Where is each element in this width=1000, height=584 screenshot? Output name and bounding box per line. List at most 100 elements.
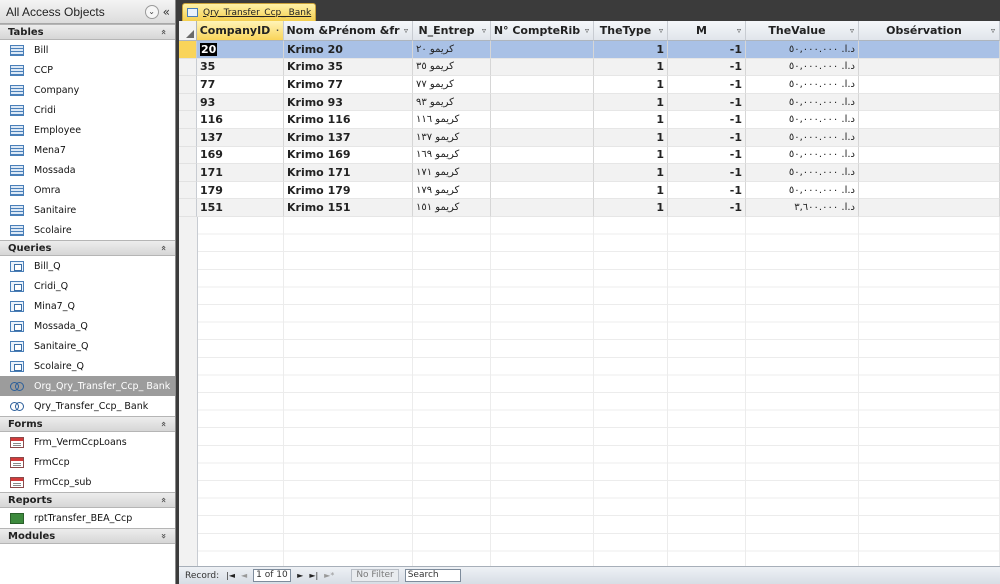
first-record-icon[interactable]: |◄: [226, 571, 235, 580]
cell-thetype[interactable]: 1: [594, 181, 668, 200]
cell-n-entrep[interactable]: كريمو ٢٠: [413, 41, 491, 59]
search-input[interactable]: Search: [404, 569, 461, 582]
table-row[interactable]: 20 Krimo 20 كريمو ٢٠ 1 -1 د.ا. ٥٠,٠٠٠.٠٠٠: [179, 41, 1000, 59]
previous-record-icon[interactable]: ◄: [241, 571, 247, 580]
record-selector[interactable]: [179, 164, 197, 182]
nav-item-sanitaire-q[interactable]: Sanitaire_Q: [0, 336, 175, 356]
nav-pane-header[interactable]: All Access Objects ⌄ «: [0, 0, 175, 24]
cell-obs-rvation[interactable]: [859, 146, 1000, 165]
cell-thetype[interactable]: 1: [594, 199, 668, 217]
cell-thevalue[interactable]: د.ا. ٥٠,٠٠٠.٠٠٠: [746, 181, 859, 200]
nav-item-mossada-q[interactable]: Mossada_Q: [0, 316, 175, 336]
cell-nom-pr-nom-fr[interactable]: Krimo 169: [284, 146, 413, 165]
datasheet-grid[interactable]: CompanyID · Nom &Prénom &fr ▿ N_Entrep ▿ N° Co…: [179, 21, 1000, 566]
cell-nom-pr-nom-fr[interactable]: Krimo 77: [284, 76, 413, 94]
cell-n-entrep[interactable]: كريمو ١١٦: [413, 111, 491, 129]
cell-m[interactable]: -1: [668, 41, 746, 59]
cell-n-entrep[interactable]: كريمو ١٥١: [413, 199, 491, 217]
next-record-icon[interactable]: ►: [297, 571, 303, 580]
cell-m[interactable]: -1: [668, 164, 746, 182]
cell-n-entrep[interactable]: كريمو ١٧١: [413, 164, 491, 182]
nav-item-org-qry-transfer-ccp-bank[interactable]: Org_Qry_Transfer_Ccp_ Bank: [0, 376, 175, 396]
cell-n-compterib[interactable]: [491, 199, 594, 217]
cell-nom-pr-nom-fr[interactable]: Krimo 35: [284, 58, 413, 77]
current-record-field[interactable]: 1 of 10: [253, 569, 292, 582]
column-header-2[interactable]: N_Entrep ▿: [413, 21, 491, 41]
cell-companyid[interactable]: 137: [197, 128, 284, 147]
table-row[interactable]: 151 Krimo 151 كريمو ١٥١ 1 -1 د.ا. ٣,٦٠٠.٠٠٠: [179, 199, 1000, 217]
nav-item-frmccp-sub[interactable]: FrmCcp_sub: [0, 472, 175, 492]
column-header-6[interactable]: TheValue ▿: [746, 21, 859, 41]
cell-m[interactable]: -1: [668, 111, 746, 129]
column-dropdown-icon[interactable]: ·: [276, 26, 279, 35]
column-header-5[interactable]: M ▿: [668, 21, 746, 41]
record-selector[interactable]: [179, 181, 197, 200]
cell-companyid[interactable]: 20: [197, 41, 284, 59]
table-row[interactable]: 179 Krimo 179 كريمو ١٧٩ 1 -1 د.ا. ٥٠,٠٠٠.٠٠٠: [179, 181, 1000, 200]
nav-item-omra[interactable]: Omra: [0, 180, 175, 200]
nav-item-mina7-q[interactable]: Mina7_Q: [0, 296, 175, 316]
column-header-7[interactable]: Obsérvation ▿: [859, 21, 1000, 41]
cell-thevalue[interactable]: د.ا. ٥٠,٠٠٠.٠٠٠: [746, 76, 859, 94]
table-row[interactable]: 116 Krimo 116 كريمو ١١٦ 1 -1 د.ا. ٥٠,٠٠٠.٠٠٠: [179, 111, 1000, 129]
cell-obs-rvation[interactable]: [859, 128, 1000, 147]
column-dropdown-icon[interactable]: ▿: [482, 26, 486, 35]
cell-thetype[interactable]: 1: [594, 128, 668, 147]
new-record-icon[interactable]: ►*: [324, 571, 334, 580]
cell-obs-rvation[interactable]: [859, 111, 1000, 129]
nav-item-rpttransfer-bea-ccp[interactable]: rptTransfer_BEA_Ccp: [0, 508, 175, 528]
cell-n-compterib[interactable]: [491, 41, 594, 59]
cell-obs-rvation[interactable]: [859, 76, 1000, 94]
tab-qry-transfer-ccp-bank[interactable]: Qry_Transfer_Ccp_ Bank: [182, 3, 316, 21]
cell-companyid[interactable]: 169: [197, 146, 284, 165]
cell-thetype[interactable]: 1: [594, 41, 668, 59]
cell-thetype[interactable]: 1: [594, 164, 668, 182]
record-selector[interactable]: [179, 146, 197, 165]
nav-menu-chevron-icon[interactable]: ⌄: [144, 4, 159, 19]
expand-chevron-icon[interactable]: »: [158, 524, 168, 548]
column-dropdown-icon[interactable]: ▿: [737, 26, 741, 35]
cell-m[interactable]: -1: [668, 58, 746, 77]
nav-item-frm-vermccploans[interactable]: Frm_VermCcpLoans: [0, 432, 175, 452]
cell-m[interactable]: -1: [668, 181, 746, 200]
cell-thevalue[interactable]: د.ا. ٥٠,٠٠٠.٠٠٠: [746, 111, 859, 129]
cell-n-compterib[interactable]: [491, 76, 594, 94]
cell-companyid[interactable]: 151: [197, 199, 284, 217]
record-selector[interactable]: [179, 111, 197, 129]
cell-m[interactable]: -1: [668, 93, 746, 112]
cell-companyid[interactable]: 179: [197, 181, 284, 200]
column-dropdown-icon[interactable]: ▿: [585, 26, 589, 35]
cell-nom-pr-nom-fr[interactable]: Krimo 179: [284, 181, 413, 200]
cell-obs-rvation[interactable]: [859, 199, 1000, 217]
cell-n-compterib[interactable]: [491, 128, 594, 147]
record-selector[interactable]: [179, 41, 197, 59]
record-selector[interactable]: [179, 128, 197, 147]
table-row[interactable]: 93 Krimo 93 كريمو ٩٣ 1 -1 د.ا. ٥٠,٠٠٠.٠٠٠: [179, 93, 1000, 112]
cell-thetype[interactable]: 1: [594, 76, 668, 94]
nav-group-queries[interactable]: Queries «: [0, 240, 175, 256]
cell-companyid[interactable]: 93: [197, 93, 284, 112]
cell-nom-pr-nom-fr[interactable]: Krimo 93: [284, 93, 413, 112]
cell-thetype[interactable]: 1: [594, 146, 668, 165]
select-all-corner[interactable]: [179, 21, 197, 41]
nav-item-company[interactable]: Company: [0, 80, 175, 100]
nav-group-forms[interactable]: Forms «: [0, 416, 175, 432]
table-row[interactable]: 171 Krimo 171 كريمو ١٧١ 1 -1 د.ا. ٥٠,٠٠٠.٠٠٠: [179, 164, 1000, 182]
cell-n-compterib[interactable]: [491, 111, 594, 129]
column-header-3[interactable]: N° CompteRib ▿: [491, 21, 594, 41]
table-row[interactable]: 137 Krimo 137 كريمو ١٣٧ 1 -1 د.ا. ٥٠,٠٠٠.٠٠٠: [179, 128, 1000, 147]
cell-obs-rvation[interactable]: [859, 41, 1000, 59]
cell-thevalue[interactable]: د.ا. ٥٠,٠٠٠.٠٠٠: [746, 58, 859, 77]
cell-companyid[interactable]: 35: [197, 58, 284, 77]
nav-item-scolaire-q[interactable]: Scolaire_Q: [0, 356, 175, 376]
cell-n-entrep[interactable]: كريمو ٧٧: [413, 76, 491, 94]
table-row[interactable]: 77 Krimo 77 كريمو ٧٧ 1 -1 د.ا. ٥٠,٠٠٠.٠٠٠: [179, 76, 1000, 94]
table-row[interactable]: 35 Krimo 35 كريمو ٣٥ 1 -1 د.ا. ٥٠,٠٠٠.٠٠٠: [179, 58, 1000, 77]
cell-n-entrep[interactable]: كريمو ١٦٩: [413, 146, 491, 165]
column-dropdown-icon[interactable]: ▿: [404, 26, 408, 35]
cell-m[interactable]: -1: [668, 76, 746, 94]
record-selector[interactable]: [179, 58, 197, 77]
column-header-0[interactable]: CompanyID ·: [197, 21, 284, 41]
nav-item-qry-transfer-ccp-bank[interactable]: Qry_Transfer_Ccp_ Bank: [0, 396, 175, 416]
cell-m[interactable]: -1: [668, 146, 746, 165]
